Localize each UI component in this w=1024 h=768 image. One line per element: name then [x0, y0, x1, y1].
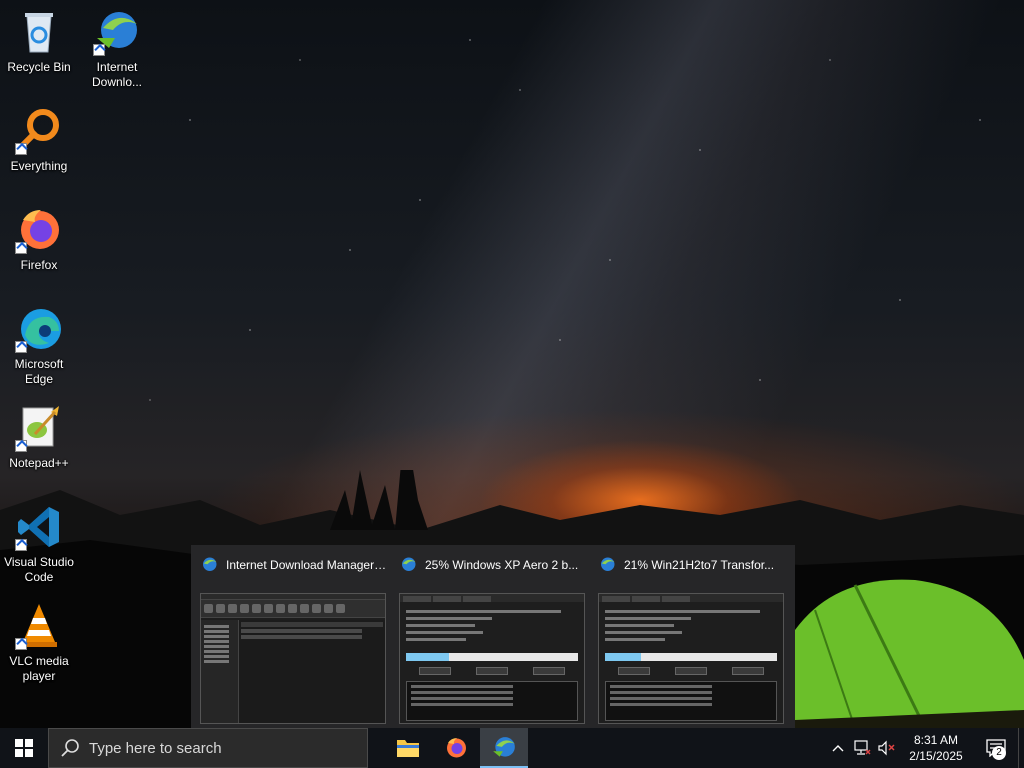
recycle-bin-icon — [15, 8, 63, 56]
volume-muted-icon — [878, 740, 895, 756]
search-icon — [61, 739, 79, 757]
thumbnail-download-1[interactable]: 25% Windows XP Aero 2 b... — [393, 545, 592, 728]
desktop-icon-recycle-bin[interactable]: Recycle Bin — [0, 8, 78, 75]
taskbar-pinned-apps — [384, 728, 528, 768]
taskbar-app-firefox[interactable] — [432, 728, 480, 768]
download-progress-bar — [605, 653, 777, 661]
desktop-icon-area: Recycle Bin Internet Downlo... Everythin… — [0, 0, 160, 728]
wallpaper-tent — [795, 579, 1024, 728]
thumbnail-title: Internet Download Manager 6.42 — [226, 558, 387, 572]
chevron-up-icon — [832, 745, 844, 752]
taskbar-app-idm[interactable] — [480, 728, 528, 768]
start-button[interactable] — [0, 728, 48, 768]
desktop-icon-edge[interactable]: Microsoft Edge — [0, 305, 78, 387]
search-placeholder: Type here to search — [89, 739, 222, 757]
thumbnail-download-2[interactable]: 21% Win21H2to7 Transfor... — [592, 545, 791, 728]
show-hidden-icons-button[interactable] — [826, 728, 850, 768]
volume-tray-button[interactable] — [874, 728, 898, 768]
desktop-icon-label: Notepad++ — [9, 456, 69, 470]
download-progress-bar — [406, 653, 578, 661]
network-tray-button[interactable] — [850, 728, 874, 768]
shortcut-arrow-icon — [15, 143, 27, 155]
action-center-button[interactable]: 2 — [974, 728, 1018, 768]
taskbar: Type here to search 8:31 AM 2/15/2025 2 — [0, 728, 1024, 768]
notification-count-badge: 2 — [992, 746, 1006, 760]
desktop-icon-label: Visual Studio Code — [4, 555, 74, 584]
desktop-icon-label: VLC media player — [9, 654, 69, 683]
shortcut-arrow-icon — [15, 638, 27, 650]
idm-icon — [493, 737, 515, 757]
clock-date: 2/15/2025 — [909, 749, 963, 763]
everything-icon — [15, 107, 63, 155]
clock-time: 8:31 AM — [913, 733, 959, 747]
idm-icon — [598, 556, 616, 574]
idm-icon — [399, 556, 417, 574]
desktop-icon-label: Microsoft Edge — [14, 357, 64, 386]
thumbnail-idm-main[interactable]: Internet Download Manager 6.42 — [194, 545, 393, 728]
idm-icon — [200, 556, 218, 574]
idm-icon — [93, 8, 141, 56]
thumbnail-preview-download-1 — [399, 593, 585, 724]
edge-icon — [15, 305, 63, 353]
desktop-icon-idm[interactable]: Internet Downlo... — [78, 8, 156, 90]
shortcut-arrow-icon — [15, 341, 27, 353]
thumbnail-preview-download-2 — [598, 593, 784, 724]
taskbar-search-box[interactable]: Type here to search — [48, 728, 368, 768]
show-desktop-button[interactable] — [1018, 728, 1024, 768]
shortcut-arrow-icon — [15, 440, 27, 452]
desktop-icon-vscode[interactable]: Visual Studio Code — [0, 503, 78, 585]
desktop-icon-everything[interactable]: Everything — [0, 107, 78, 174]
notepadpp-icon — [15, 404, 63, 452]
thumbnail-preview-idm-main — [200, 593, 386, 724]
firefox-icon — [447, 738, 466, 758]
network-icon — [854, 740, 871, 755]
desktop-icon-label: Firefox — [20, 258, 58, 272]
folder-icon — [397, 740, 419, 757]
firefox-icon — [15, 206, 63, 254]
vscode-icon — [15, 503, 63, 551]
desktop-icon-notepadpp[interactable]: Notepad++ — [0, 404, 78, 471]
desktop-icon-label: Internet Downlo... — [91, 60, 143, 89]
thumbnail-title: 21% Win21H2to7 Transfor... — [624, 558, 775, 572]
taskbar-thumbnail-previews: Internet Download Manager 6.42 25% Windo… — [191, 545, 795, 728]
desktop-icon-label: Recycle Bin — [7, 60, 71, 74]
taskbar-app-file-explorer[interactable] — [384, 728, 432, 768]
desktop-icon-firefox[interactable]: Firefox — [0, 206, 78, 273]
shortcut-arrow-icon — [93, 44, 105, 56]
thumbnail-title: 25% Windows XP Aero 2 b... — [425, 558, 579, 572]
system-tray: 8:31 AM 2/15/2025 2 — [826, 728, 1024, 768]
desktop-icon-vlc[interactable]: VLC media player — [0, 602, 78, 684]
desktop-icon-label: Everything — [10, 159, 68, 173]
shortcut-arrow-icon — [15, 539, 27, 551]
taskbar-clock[interactable]: 8:31 AM 2/15/2025 — [898, 732, 974, 764]
vlc-icon — [15, 602, 63, 650]
shortcut-arrow-icon — [15, 242, 27, 254]
windows-logo-icon — [15, 739, 33, 757]
